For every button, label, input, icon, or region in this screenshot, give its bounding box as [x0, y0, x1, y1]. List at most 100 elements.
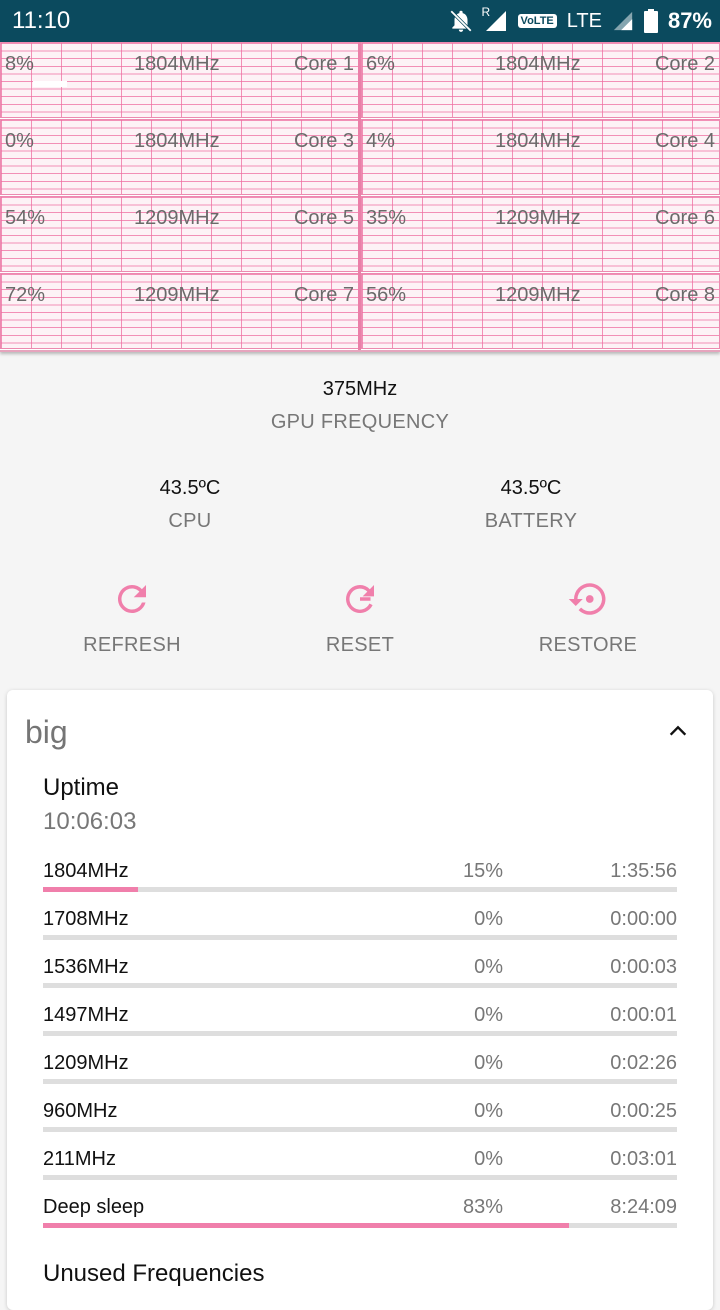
frequency-progress-track — [43, 935, 677, 940]
volte-badge: VoLTE — [517, 14, 557, 28]
core-usage: 54% — [5, 207, 46, 229]
frequency-progress-track — [43, 1175, 677, 1180]
frequency-row: 960MHz 0% 0:00:25 — [43, 1100, 677, 1148]
core-frequency: 1209MHz — [134, 207, 220, 229]
restore-icon — [498, 578, 678, 620]
core-name: Core 2 — [654, 53, 715, 75]
unused-frequencies-label: Unused Frequencies — [43, 1260, 265, 1287]
uptime-label: Uptime — [43, 774, 120, 801]
cpu-temperature-value: 43.5ºC — [159, 477, 221, 499]
frequency-percent: 0% — [474, 956, 503, 978]
gpu-frequency-value: 375MHz — [322, 378, 398, 400]
cpu-cores-graph: 8% 1804MHz Core 1 6% 1804MHz Core 2 0% 1… — [0, 42, 720, 352]
reset-label: RESET — [325, 634, 395, 656]
status-bar: 11:10 R VoLTE LTE 87% — [0, 0, 720, 42]
core-name: Core 1 — [293, 53, 354, 75]
core-frequency: 1209MHz — [495, 284, 581, 306]
core-frequency: 1804MHz — [495, 130, 581, 152]
status-time: 11:10 — [12, 7, 71, 34]
frequency-time: 1:35:56 — [610, 860, 677, 882]
core-cell: 8% 1804MHz Core 1 — [0, 42, 359, 118]
battery-icon — [643, 9, 658, 33]
frequency-time: 0:03:01 — [610, 1148, 677, 1170]
chevron-up-icon[interactable] — [667, 720, 689, 747]
core-name: Core 7 — [293, 284, 354, 306]
core-frequency: 1804MHz — [134, 53, 220, 75]
cpu-temperature-label: CPU — [168, 510, 212, 532]
frequency-time: 0:00:25 — [610, 1100, 677, 1122]
frequency-percent: 0% — [474, 908, 503, 930]
cpu-temperature: 43.5ºC CPU — [60, 477, 320, 533]
frequency-progress-track — [43, 1031, 677, 1036]
signal-icon — [612, 10, 634, 32]
core-usage: 56% — [366, 284, 407, 306]
frequency-value: 1536MHz — [43, 956, 129, 978]
core-name: Core 6 — [654, 207, 715, 229]
frequency-time: 0:02:26 — [610, 1052, 677, 1074]
cluster-title: big — [25, 714, 68, 750]
frequency-progress-track — [43, 887, 677, 892]
frequency-value: 1708MHz — [43, 908, 129, 930]
frequency-percent: 0% — [474, 1100, 503, 1122]
frequency-row: Deep sleep 83% 8:24:09 — [43, 1196, 677, 1244]
frequency-value: 1497MHz — [43, 1004, 129, 1026]
core-divider — [358, 42, 361, 350]
core-name: Core 5 — [293, 207, 354, 229]
frequency-time: 8:24:09 — [610, 1196, 677, 1218]
core-cell: 4% 1804MHz Core 4 — [361, 119, 720, 195]
frequency-percent: 0% — [474, 1148, 503, 1170]
frequency-value: Deep sleep — [43, 1196, 145, 1218]
core-frequency: 1209MHz — [495, 207, 581, 229]
frequency-time: 0:00:03 — [610, 956, 677, 978]
roaming-indicator: R — [481, 5, 491, 19]
signal-roaming-icon: R — [482, 5, 508, 33]
restore-label: RESTORE — [538, 634, 638, 656]
battery-temperature-value: 43.5ºC — [500, 477, 562, 499]
core-cell: 72% 1209MHz Core 7 — [0, 273, 359, 349]
core-name: Core 3 — [293, 130, 354, 152]
frequency-time: 0:00:00 — [610, 908, 677, 930]
notifications-off-icon — [448, 8, 474, 34]
refresh-icon — [42, 578, 222, 620]
battery-percent: 87% — [667, 8, 712, 33]
frequency-time: 0:00:01 — [610, 1004, 677, 1026]
refresh-label: REFRESH — [83, 634, 181, 656]
frequency-progress-track — [43, 983, 677, 988]
core-cell: 0% 1804MHz Core 3 — [0, 119, 359, 195]
frequency-row: 1708MHz 0% 0:00:00 — [43, 908, 677, 956]
core-cell: 56% 1209MHz Core 8 — [361, 273, 720, 349]
core-cell: 6% 1804MHz Core 2 — [361, 42, 720, 118]
battery-temperature: 43.5ºC BATTERY — [401, 477, 661, 533]
frequency-progress-fill — [43, 887, 139, 892]
refresh-button[interactable]: REFRESH — [42, 578, 222, 657]
frequency-progress-track — [43, 1223, 677, 1228]
frequency-value: 1804MHz — [43, 860, 129, 882]
core-graph-line — [33, 81, 67, 87]
frequency-percent: 0% — [474, 1004, 503, 1026]
frequency-row: 1804MHz 15% 1:35:56 — [43, 860, 677, 908]
frequency-progress-track — [43, 1127, 677, 1132]
frequency-value: 960MHz — [43, 1100, 118, 1122]
core-usage: 4% — [366, 130, 395, 152]
frequency-percent: 83% — [462, 1196, 503, 1218]
frequency-value: 211MHz — [43, 1148, 116, 1170]
core-frequency: 1804MHz — [134, 130, 220, 152]
cluster-card: big Uptime 10:06:03 1804MHz 15% 1:35:56 170… — [7, 690, 713, 1310]
frequency-value: 1209MHz — [43, 1052, 129, 1074]
frequency-progress-fill — [43, 1223, 570, 1228]
battery-temperature-label: BATTERY — [484, 510, 578, 532]
core-cell: 54% 1209MHz Core 5 — [0, 196, 359, 272]
core-usage: 35% — [366, 207, 407, 229]
frequency-progress-track — [43, 1079, 677, 1084]
core-usage: 72% — [5, 284, 46, 306]
core-usage: 8% — [5, 53, 34, 75]
gpu-frequency-label: GPU FREQUENCY — [270, 411, 450, 433]
restore-button[interactable]: RESTORE — [498, 578, 678, 657]
reset-button[interactable]: RESET — [270, 578, 450, 657]
frequency-row: 1209MHz 0% 0:02:26 — [43, 1052, 677, 1100]
gpu-frequency: 375MHz GPU FREQUENCY — [0, 378, 720, 434]
core-cell: 35% 1209MHz Core 6 — [361, 196, 720, 272]
frequency-row: 211MHz 0% 0:03:01 — [43, 1148, 677, 1196]
frequency-percent: 0% — [474, 1052, 503, 1074]
core-usage: 6% — [366, 53, 395, 75]
